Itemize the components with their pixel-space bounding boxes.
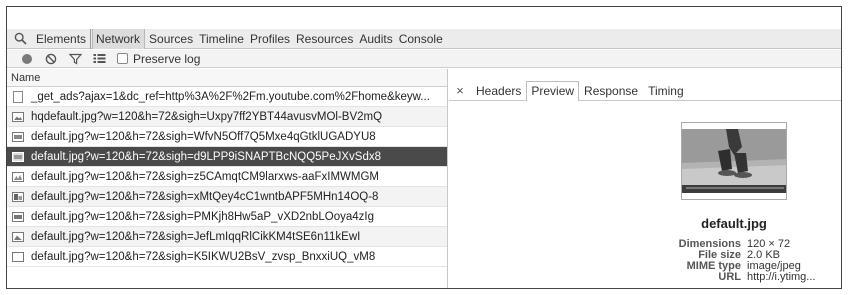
- request-name: hqdefault.jpg?w=120&h=72&sigh=Uxpy7ff2YB…: [31, 110, 383, 123]
- preview-filename: default.jpg: [701, 216, 767, 231]
- list-view-icon: [93, 54, 105, 63]
- view-toggle-button[interactable]: [87, 50, 111, 68]
- document-file-icon: [13, 90, 23, 103]
- image-file-icon: [12, 151, 24, 162]
- preserve-log-checkbox[interactable]: [117, 53, 128, 64]
- tab-timing[interactable]: Timing: [643, 81, 689, 101]
- request-row[interactable]: default.jpg?w=120&h=72&sigh=JefLmIqqRlCi…: [7, 227, 447, 247]
- tab-timeline[interactable]: Timeline: [196, 29, 247, 49]
- request-row[interactable]: default.jpg?w=120&h=72&sigh=WfvN5Off7Q5M…: [7, 127, 447, 147]
- close-icon[interactable]: ×: [449, 83, 471, 98]
- request-name: default.jpg?w=120&h=72&sigh=z5CAmqtCM9la…: [31, 170, 380, 183]
- tab-preview[interactable]: Preview: [526, 80, 580, 101]
- search-button[interactable]: [7, 29, 33, 49]
- record-button[interactable]: [15, 50, 39, 68]
- tab-response[interactable]: Response: [579, 81, 643, 101]
- request-name: default.jpg?w=120&h=72&sigh=d9LPP9iSNAPT…: [31, 150, 382, 163]
- filter-icon: [68, 53, 82, 65]
- image-file-icon: [12, 211, 24, 222]
- devtools-window: Elements Network Sources Timeline Profil…: [6, 6, 842, 289]
- tab-headers[interactable]: Headers: [471, 81, 526, 101]
- request-name: default.jpg?w=120&h=72&sigh=JefLmIqqRlCi…: [31, 230, 361, 243]
- request-row[interactable]: hqdefault.jpg?w=120&h=72&sigh=Uxpy7ff2YB…: [7, 107, 447, 127]
- search-icon: [14, 32, 27, 45]
- image-file-icon: [12, 191, 24, 202]
- request-name: default.jpg?w=120&h=72&sigh=WfvN5Off7Q5M…: [31, 130, 376, 143]
- image-file-icon: [12, 111, 24, 122]
- preview-thumbnail: [682, 129, 786, 193]
- request-name: default.jpg?w=120&h=72&sigh=PMKjh8Hw5aP_…: [31, 210, 374, 223]
- meta-value: http://i.ytimg...: [747, 271, 816, 283]
- clear-icon: [45, 53, 57, 64]
- request-row[interactable]: default.jpg?w=120&h=72&sigh=z5CAmqtCM9la…: [7, 167, 447, 187]
- meta-key: URL: [718, 271, 741, 283]
- request-detail-pane: × Headers Preview Response Timing defaul…: [449, 69, 841, 288]
- record-icon: [22, 53, 32, 64]
- panel-tab-bar: Elements Network Sources Timeline Profil…: [7, 28, 841, 49]
- image-file-icon: [12, 131, 24, 142]
- request-row[interactable]: default.jpg?w=120&h=72&sigh=K5IKWU2BsV_z…: [7, 247, 447, 267]
- image-metadata: Dimensions 120 × 72 File size 2.0 KB MIM…: [663, 239, 816, 283]
- name-column-header[interactable]: Name: [7, 69, 447, 87]
- request-row[interactable]: default.jpg?w=120&h=72&sigh=xMtQey4cC1wn…: [7, 187, 447, 207]
- detail-tab-bar: × Headers Preview Response Timing: [449, 80, 841, 101]
- request-row[interactable]: _get_ads?ajax=1&dc_ref=http%3A%2F%2Fm.yo…: [7, 87, 447, 107]
- meta-row-url: URL http://i.ytimg...: [663, 272, 815, 283]
- network-toolbar: Preserve log: [7, 50, 841, 68]
- filter-button[interactable]: [63, 50, 87, 68]
- request-name: default.jpg?w=120&h=72&sigh=xMtQey4cC1wn…: [31, 190, 379, 203]
- tab-network[interactable]: Network: [92, 28, 146, 49]
- tab-console[interactable]: Console: [396, 29, 446, 49]
- image-file-icon: [12, 231, 24, 242]
- request-row-selected[interactable]: default.jpg?w=120&h=72&sigh=d9LPP9iSNAPT…: [7, 147, 447, 167]
- image-file-icon: [12, 251, 24, 262]
- tab-sources[interactable]: Sources: [146, 29, 196, 49]
- request-name: _get_ads?ajax=1&dc_ref=http%3A%2F%2Fm.yo…: [31, 90, 430, 103]
- clear-button[interactable]: [39, 50, 63, 68]
- request-name: default.jpg?w=120&h=72&sigh=K5IKWU2BsV_z…: [31, 250, 376, 263]
- request-list-pane: Name _get_ads?ajax=1&dc_ref=http%3A%2F%2…: [7, 69, 448, 288]
- tab-profiles[interactable]: Profiles: [247, 29, 293, 49]
- tab-resources[interactable]: Resources: [293, 29, 356, 49]
- image-preview: [681, 122, 787, 200]
- request-row[interactable]: default.jpg?w=120&h=72&sigh=PMKjh8Hw5aP_…: [7, 207, 447, 227]
- tab-audits[interactable]: Audits: [356, 29, 395, 49]
- tab-elements[interactable]: Elements: [33, 28, 92, 49]
- preserve-log-label: Preserve log: [133, 51, 201, 66]
- image-file-icon: [12, 171, 24, 182]
